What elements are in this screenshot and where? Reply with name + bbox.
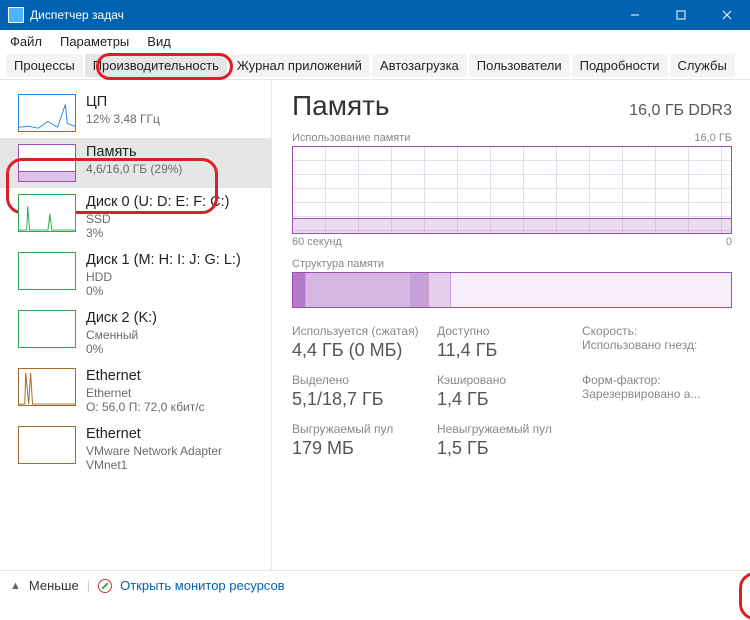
content-area: ЦП 12% 3,48 ГГц Память 4,6/16,0 ГБ (29%)…	[0, 80, 750, 570]
sidebar-item-ethernet0[interactable]: Ethernet Ethernet О: 56,0 П: 72,0 кбит/с	[0, 362, 271, 420]
usage-label: Использование памяти	[292, 132, 410, 144]
stats-grid: Используется (сжатая) 4,4 ГБ (0 МБ) Дост…	[292, 324, 732, 459]
sidebar: ЦП 12% 3,48 ГГц Память 4,6/16,0 ГБ (29%)…	[0, 80, 272, 570]
cpu-sub: 12% 3,48 ГГц	[86, 112, 160, 126]
memory-title: Память	[86, 144, 182, 160]
tabbar: Процессы Производительность Журнал прило…	[0, 52, 750, 80]
usage-max: 16,0 ГБ	[694, 132, 732, 144]
memory-sub: 4,6/16,0 ГБ (29%)	[86, 162, 182, 176]
stat-formfactor: Форм-фактор: Зарезервировано а...	[582, 373, 732, 410]
memory-spec: 16,0 ГБ DDR3	[629, 102, 732, 120]
disk2-sub1: Сменный	[86, 328, 157, 342]
main-panel: Память 16,0 ГБ DDR3 Использование памяти…	[272, 80, 750, 570]
disk0-sub2: 3%	[86, 226, 230, 240]
fewer-details-button[interactable]: Меньше	[29, 578, 79, 593]
disk2-title: Диск 2 (K:)	[86, 310, 157, 326]
memory-thumb	[18, 144, 76, 182]
disk1-thumb	[18, 252, 76, 290]
compo-label: Структура памяти	[292, 258, 384, 270]
menubar: Файл Параметры Вид	[0, 30, 750, 52]
cpu-title: ЦП	[86, 94, 160, 110]
sidebar-item-memory[interactable]: Память 4,6/16,0 ГБ (29%)	[0, 138, 271, 188]
sidebar-item-disk0[interactable]: Диск 0 (U: D: E: F: C:) SSD 3%	[0, 188, 271, 246]
menu-options[interactable]: Параметры	[56, 32, 133, 51]
disk1-sub1: HDD	[86, 270, 241, 284]
disk1-title: Диск 1 (M: H: I: J: G: L:)	[86, 252, 241, 268]
window-buttons	[612, 0, 750, 30]
sidebar-item-disk1[interactable]: Диск 1 (M: H: I: J: G: L:) HDD 0%	[0, 246, 271, 304]
maximize-button[interactable]	[658, 0, 704, 30]
memory-composition	[292, 272, 732, 308]
titlebar: Диспетчер задач	[0, 0, 750, 30]
tab-startup[interactable]: Автозагрузка	[372, 54, 467, 77]
tab-app-history[interactable]: Журнал приложений	[229, 54, 370, 77]
stat-inuse: Используется (сжатая) 4,4 ГБ (0 МБ)	[292, 324, 437, 361]
sidebar-item-disk2[interactable]: Диск 2 (K:) Сменный 0%	[0, 304, 271, 362]
chevron-up-icon[interactable]: ▲	[10, 580, 21, 592]
window-title: Диспетчер задач	[30, 8, 612, 22]
axis-right: 0	[726, 236, 732, 248]
tab-services[interactable]: Службы	[670, 54, 735, 77]
footer: ▲ Меньше | Открыть монитор ресурсов	[0, 570, 750, 600]
minimize-button[interactable]	[612, 0, 658, 30]
disk0-title: Диск 0 (U: D: E: F: C:)	[86, 194, 230, 210]
disk0-sub1: SSD	[86, 212, 230, 226]
disk0-thumb	[18, 194, 76, 232]
tab-users[interactable]: Пользователи	[469, 54, 570, 77]
stat-speed: Скорость: Использовано гнезд:	[582, 324, 732, 361]
stat-paged: Выгружаемый пул 179 МБ	[292, 422, 437, 459]
menu-file[interactable]: Файл	[6, 32, 46, 51]
eth1-sub1: VMware Network Adapter VMnet1	[86, 444, 263, 472]
resource-monitor-icon	[98, 579, 112, 593]
disk1-sub2: 0%	[86, 284, 241, 298]
tab-details[interactable]: Подробности	[572, 54, 668, 77]
open-resource-monitor-link[interactable]: Открыть монитор ресурсов	[120, 578, 284, 593]
sidebar-item-ethernet1[interactable]: Ethernet VMware Network Adapter VMnet1	[0, 420, 271, 478]
stat-avail: Доступно 11,4 ГБ	[437, 324, 582, 361]
close-button[interactable]	[704, 0, 750, 30]
tab-processes[interactable]: Процессы	[6, 54, 83, 77]
disk2-sub2: 0%	[86, 342, 157, 356]
tab-performance[interactable]: Производительность	[85, 54, 227, 77]
eth0-title: Ethernet	[86, 368, 205, 384]
stat-cached: Кэшировано 1,4 ГБ	[437, 373, 582, 410]
page-title: Память	[292, 90, 390, 122]
sidebar-item-cpu[interactable]: ЦП 12% 3,48 ГГц	[0, 88, 271, 138]
app-icon	[8, 7, 24, 23]
disk2-thumb	[18, 310, 76, 348]
eth1-thumb	[18, 426, 76, 464]
eth0-sub2: О: 56,0 П: 72,0 кбит/с	[86, 400, 205, 414]
stat-committed: Выделено 5,1/18,7 ГБ	[292, 373, 437, 410]
stat-nonpaged: Невыгружаемый пул 1,5 ГБ	[437, 422, 582, 459]
cpu-thumb	[18, 94, 76, 132]
menu-view[interactable]: Вид	[143, 32, 175, 51]
usage-graph	[292, 146, 732, 234]
eth0-thumb	[18, 368, 76, 406]
eth1-title: Ethernet	[86, 426, 263, 442]
eth0-sub1: Ethernet	[86, 386, 205, 400]
axis-left: 60 секунд	[292, 236, 342, 248]
